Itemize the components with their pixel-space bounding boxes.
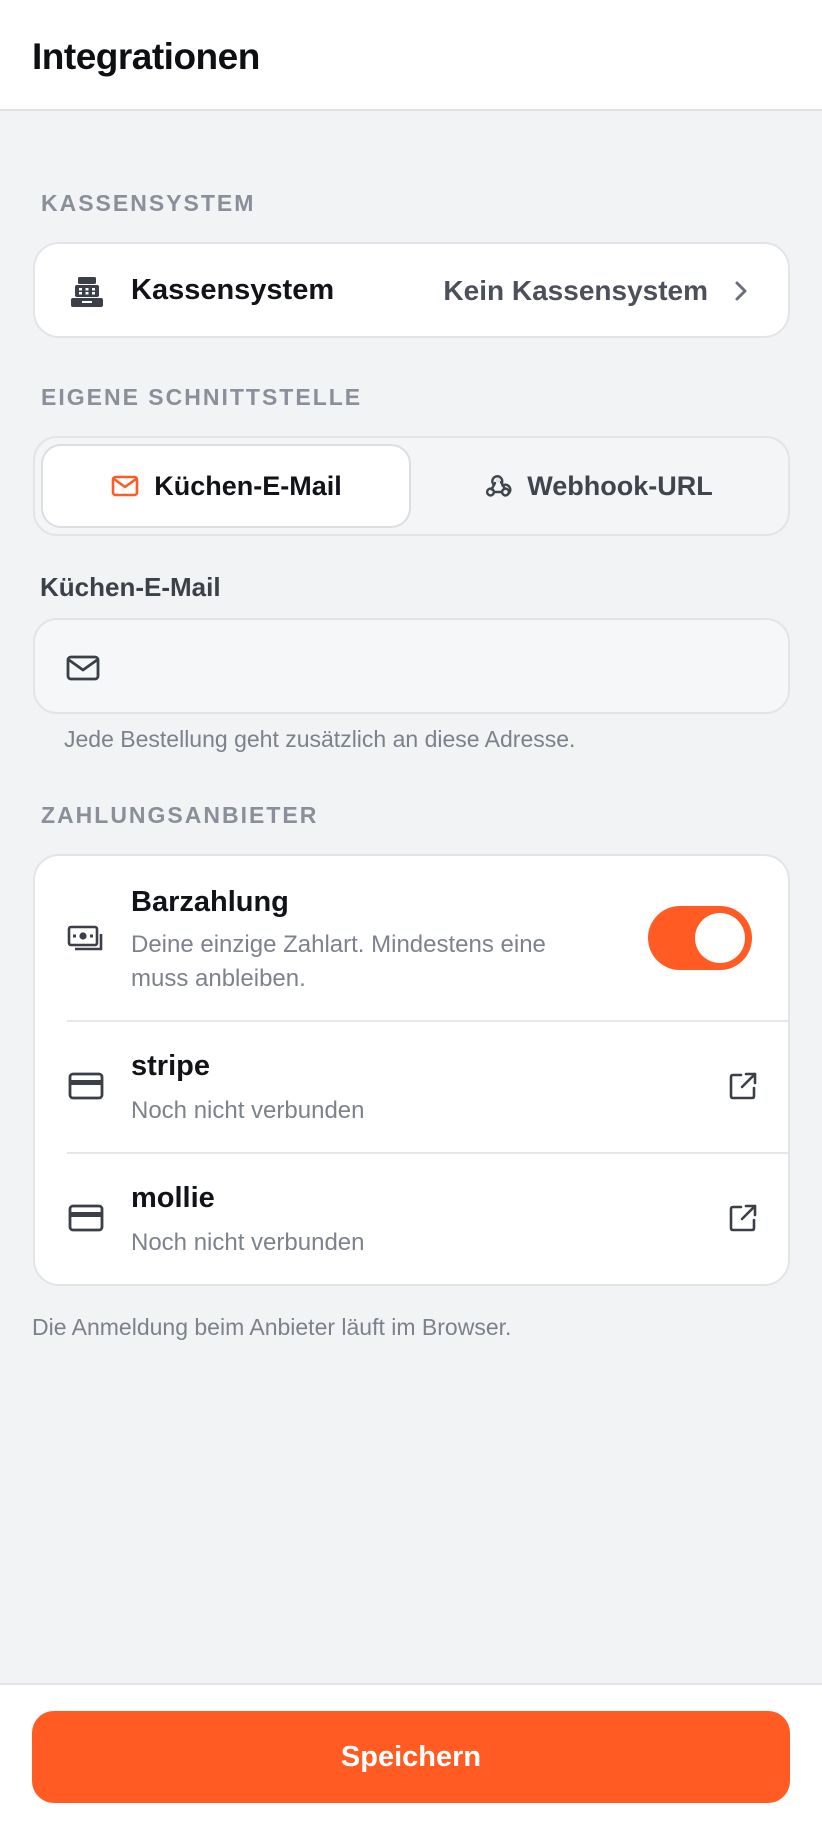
tab-kitchen-email[interactable]: Küchen-E-Mail: [41, 444, 411, 528]
stripe-status: Noch nicht verbunden: [131, 1097, 365, 1124]
payment-footnote: Die Anmeldung beim Anbieter läuft im Bro…: [32, 1314, 512, 1340]
tab-kitchen-email-label: Küchen-E-Mail: [154, 470, 342, 501]
external-link-icon[interactable]: [728, 1203, 758, 1233]
integrations-screen: Integrationen KASSENSYSTEM Kassensystem …: [0, 0, 822, 1828]
mollie-title: mollie: [131, 1182, 215, 1214]
cash-title: Barzahlung: [131, 886, 289, 918]
cash-subtitle: Deine einzige Zahlart. Mindestens eine m…: [131, 928, 546, 996]
webhook-icon: [486, 475, 512, 497]
payment-row-stripe[interactable]: stripe Noch nicht verbunden: [35, 1020, 788, 1152]
pos-row-title: Kassensystem: [131, 274, 335, 306]
mollie-status: Noch nicht verbunden: [131, 1229, 365, 1256]
kitchen-email-label: Küchen-E-Mail: [40, 572, 221, 602]
kitchen-email-hint: Jede Bestellung geht zusätzlich an diese…: [64, 726, 576, 752]
cash-register-icon: [71, 277, 103, 307]
page-title: Integrationen: [32, 36, 260, 77]
mail-icon: [111, 475, 139, 497]
section-label-payment: ZAHLUNGSANBIETER: [41, 802, 319, 828]
cash-toggle[interactable]: [648, 906, 752, 970]
payment-providers-card: Barzahlung Deine einzige Zahlart. Mindes…: [33, 854, 790, 1286]
cash-subtitle-line2: muss anbleiben.: [131, 965, 306, 992]
kitchen-email-field[interactable]: [33, 618, 790, 714]
row-divider: [67, 1020, 788, 1022]
stripe-title: stripe: [131, 1050, 210, 1082]
interface-segmented-control: Küchen-E-Mail Webhook-URL: [33, 436, 790, 536]
credit-card-icon: [68, 1072, 104, 1100]
external-link-icon[interactable]: [728, 1071, 758, 1101]
payment-row-cash: Barzahlung Deine einzige Zahlart. Mindes…: [35, 856, 788, 1020]
pos-system-row[interactable]: Kassensystem Kein Kassensystem: [33, 242, 790, 338]
cash-subtitle-line1: Deine einzige Zahlart. Mindestens eine: [131, 931, 546, 958]
chevron-right-icon: [735, 281, 747, 301]
header-bar: Integrationen: [0, 0, 822, 111]
mail-icon: [66, 655, 100, 681]
tab-webhook-url[interactable]: Webhook-URL: [413, 444, 783, 528]
tab-webhook-url-label: Webhook-URL: [527, 470, 713, 501]
credit-card-icon: [68, 1204, 104, 1232]
kitchen-email-input[interactable]: [121, 640, 761, 696]
payment-row-mollie[interactable]: mollie Noch nicht verbunden: [35, 1152, 788, 1284]
section-label-pos: KASSENSYSTEM: [41, 190, 256, 216]
cash-icon: [67, 925, 103, 951]
toggle-knob: [695, 913, 745, 963]
row-divider: [67, 1152, 788, 1154]
pos-row-value: Kein Kassensystem: [443, 275, 708, 306]
section-label-interface: EIGENE SCHNITTSTELLE: [41, 384, 363, 410]
save-button[interactable]: Speichern: [32, 1711, 790, 1803]
footer-bar: Speichern: [0, 1683, 822, 1828]
